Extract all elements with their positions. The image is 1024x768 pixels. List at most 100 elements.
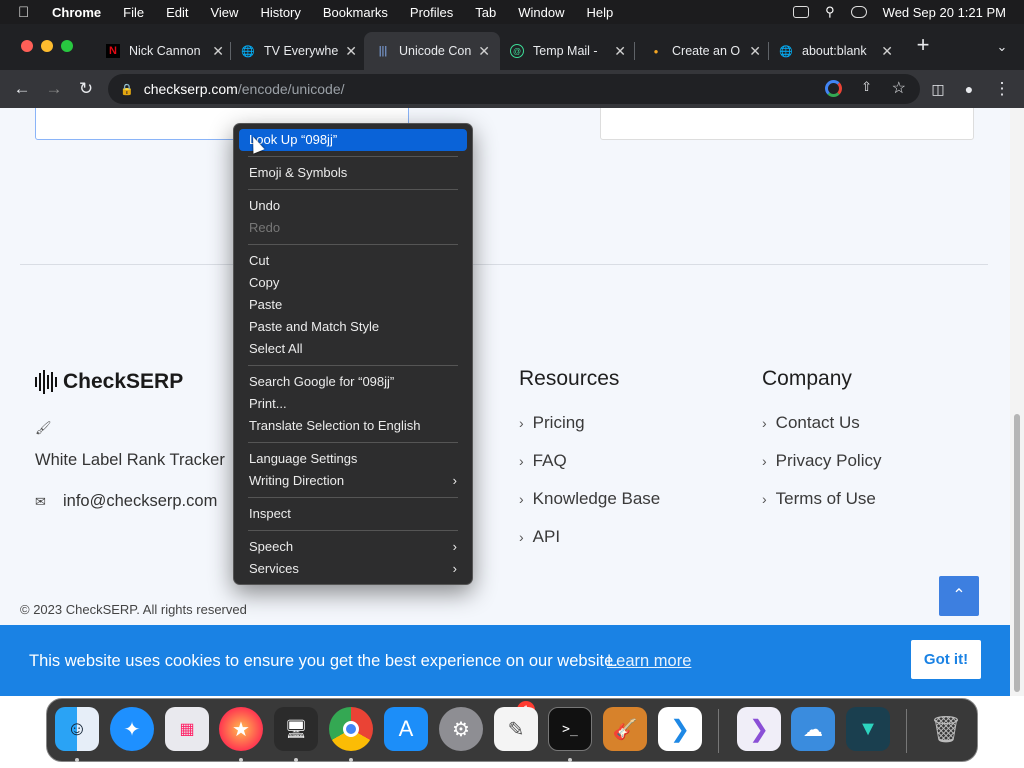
chrome-icon[interactable] bbox=[329, 707, 373, 751]
close-tab-icon[interactable]: ✕ bbox=[749, 43, 761, 60]
menu-item-undo[interactable]: Undo bbox=[239, 195, 467, 217]
menu-item-services[interactable]: Services › bbox=[239, 558, 467, 580]
menu-item-search-google[interactable]: Search Google for “098jj” bbox=[239, 371, 467, 393]
tab-tv-everywhere[interactable]: 🌐 TV Everywhe ✕ bbox=[241, 36, 357, 66]
footer-link-knowledge-base[interactable]: › Knowledge Base bbox=[519, 489, 660, 509]
cookie-accept-button[interactable]: Got it! bbox=[911, 640, 981, 679]
chevron-right-icon: › bbox=[519, 415, 524, 431]
footer-link-pricing[interactable]: › Pricing bbox=[519, 413, 585, 433]
vscode-icon[interactable]: ❯ bbox=[658, 707, 702, 751]
menu-edit[interactable]: Edit bbox=[166, 5, 188, 20]
footer-email-link[interactable]: info@checkserp.com bbox=[63, 492, 217, 511]
lock-icon[interactable]: 🔒 bbox=[120, 83, 134, 96]
footer-link-contact[interactable]: › Contact Us bbox=[762, 413, 860, 433]
submenu-arrow-icon: › bbox=[452, 473, 457, 488]
close-window-button[interactable] bbox=[21, 40, 33, 52]
menu-history[interactable]: History bbox=[260, 5, 300, 20]
screen-mirror-icon[interactable] bbox=[793, 6, 810, 18]
zoom-window-button[interactable] bbox=[61, 40, 73, 52]
page-scrollbar[interactable] bbox=[1010, 108, 1024, 696]
control-center-icon[interactable] bbox=[850, 6, 867, 18]
textedit-icon[interactable]: ✎ bbox=[494, 707, 538, 751]
url-host: checkserp.com bbox=[143, 81, 238, 97]
menu-item-paste-match-style[interactable]: Paste and Match Style bbox=[239, 316, 467, 338]
menu-item-redo: Redo bbox=[249, 220, 281, 235]
close-tab-icon[interactable]: ✕ bbox=[478, 43, 490, 60]
menu-item-copy[interactable]: Copy bbox=[239, 272, 467, 294]
tab-nick-cannon[interactable]: N Nick Cannon ✕ bbox=[106, 36, 224, 66]
menu-item-emoji-symbols[interactable]: Emoji & Symbols bbox=[239, 162, 467, 184]
trash-icon[interactable]: 🗑 bbox=[924, 707, 968, 751]
terminal-icon[interactable]: >_ bbox=[548, 707, 592, 751]
menu-item-inspect[interactable]: Inspect bbox=[239, 503, 467, 525]
scroll-to-top-button[interactable]: ⌃ bbox=[939, 576, 979, 616]
profile-icon[interactable]: ● bbox=[957, 78, 981, 100]
menu-item-language-settings[interactable]: Language Settings bbox=[239, 448, 467, 470]
footer-link-terms[interactable]: › Terms of Use bbox=[762, 489, 876, 509]
garageband-icon[interactable]: 🎸 bbox=[603, 707, 647, 751]
footer-link-privacy[interactable]: › Privacy Policy bbox=[762, 451, 881, 471]
link-label: Privacy Policy bbox=[775, 451, 882, 470]
unicode-output-textarea[interactable] bbox=[600, 108, 974, 140]
close-tab-icon[interactable]: ✕ bbox=[345, 43, 357, 60]
screen-share-icon[interactable]: 🖥 bbox=[274, 707, 318, 751]
downloads-stack-icon[interactable]: ▼ bbox=[846, 707, 890, 751]
back-button[interactable]: ← bbox=[10, 78, 34, 100]
menu-help[interactable]: Help bbox=[587, 5, 614, 20]
visual-studio-icon[interactable]: ❯ bbox=[737, 707, 781, 751]
menu-item-speech[interactable]: Speech › bbox=[239, 536, 467, 558]
safari-icon[interactable]: ✦ bbox=[110, 707, 154, 751]
new-tab-button[interactable]: + bbox=[911, 34, 935, 56]
system-settings-icon[interactable]: ⚙ bbox=[439, 707, 483, 751]
tab-unicode-converter[interactable]: ||| Unicode Con ✕ bbox=[364, 32, 500, 70]
app-store-icon[interactable]: A bbox=[384, 707, 428, 751]
checkserp-logo[interactable]: CheckSERP bbox=[35, 370, 183, 394]
tab-create-account[interactable]: ● Create an O ✕ bbox=[649, 36, 761, 66]
tab-about-blank[interactable]: 🌐 about:blank ✕ bbox=[779, 36, 893, 66]
menu-item-writing-direction[interactable]: Writing Direction › bbox=[239, 470, 467, 492]
chrome-center bbox=[343, 721, 359, 737]
chevron-right-icon: › bbox=[762, 453, 767, 469]
menu-item-paste[interactable]: Paste bbox=[239, 294, 467, 316]
menu-item-select-all[interactable]: Select All bbox=[239, 338, 467, 360]
share-icon[interactable]: ⇧ bbox=[861, 79, 872, 95]
menu-file[interactable]: File bbox=[123, 5, 144, 20]
tempmail-icon: @ bbox=[510, 44, 524, 58]
link-label: FAQ bbox=[532, 451, 567, 470]
close-tab-icon[interactable]: ✕ bbox=[212, 43, 224, 60]
cookie-learn-more-link[interactable]: Learn more bbox=[607, 652, 691, 671]
chrome-menu-icon[interactable]: ⋮ bbox=[990, 78, 1014, 100]
tab-temp-mail[interactable]: @ Temp Mail - ✕ bbox=[510, 36, 626, 66]
google-lens-icon[interactable] bbox=[825, 80, 842, 97]
finder-icon[interactable]: ☺ bbox=[55, 707, 99, 751]
close-tab-icon[interactable]: ✕ bbox=[881, 43, 893, 60]
firefox-icon[interactable]: ★ bbox=[219, 707, 263, 751]
scrollbar-thumb[interactable] bbox=[1014, 414, 1020, 692]
close-tab-icon[interactable]: ✕ bbox=[614, 43, 626, 60]
menu-window[interactable]: Window bbox=[518, 5, 564, 20]
tab-search-icon[interactable]: ⌄ bbox=[990, 36, 1014, 58]
forward-button[interactable]: → bbox=[42, 78, 66, 100]
footer-link-api[interactable]: › API bbox=[519, 527, 560, 547]
side-panel-icon[interactable]: ◫ bbox=[926, 78, 950, 100]
apple-icon[interactable]:  bbox=[18, 4, 34, 21]
bookmark-star-icon[interactable]: ☆ bbox=[892, 78, 906, 98]
menu-item-look-up[interactable]: Look Up “098jj” bbox=[239, 129, 467, 151]
menu-bookmarks[interactable]: Bookmarks bbox=[323, 5, 388, 20]
spotlight-icon[interactable]: ⚲ bbox=[825, 4, 835, 20]
tab-title: Unicode Con bbox=[399, 44, 472, 58]
menu-item-print[interactable]: Print... bbox=[239, 393, 467, 415]
address-bar[interactable]: 🔒 checkserp.com/encode/unicode/ ⇧ ☆ bbox=[108, 74, 920, 104]
menu-profiles[interactable]: Profiles bbox=[410, 5, 453, 20]
launchpad-icon[interactable]: ▦ bbox=[165, 707, 209, 751]
menubar-clock[interactable]: Wed Sep 20 1:21 PM bbox=[883, 5, 1006, 20]
weather-icon[interactable]: ☁ bbox=[791, 707, 835, 751]
menu-item-cut[interactable]: Cut bbox=[239, 250, 467, 272]
menu-item-translate[interactable]: Translate Selection to English bbox=[239, 415, 467, 437]
menu-view[interactable]: View bbox=[210, 5, 238, 20]
reload-button[interactable]: ↻ bbox=[74, 78, 98, 100]
menu-tab[interactable]: Tab bbox=[475, 5, 496, 20]
minimize-window-button[interactable] bbox=[41, 40, 53, 52]
footer-link-faq[interactable]: › FAQ bbox=[519, 451, 567, 471]
menubar-app-name[interactable]: Chrome bbox=[52, 5, 101, 20]
